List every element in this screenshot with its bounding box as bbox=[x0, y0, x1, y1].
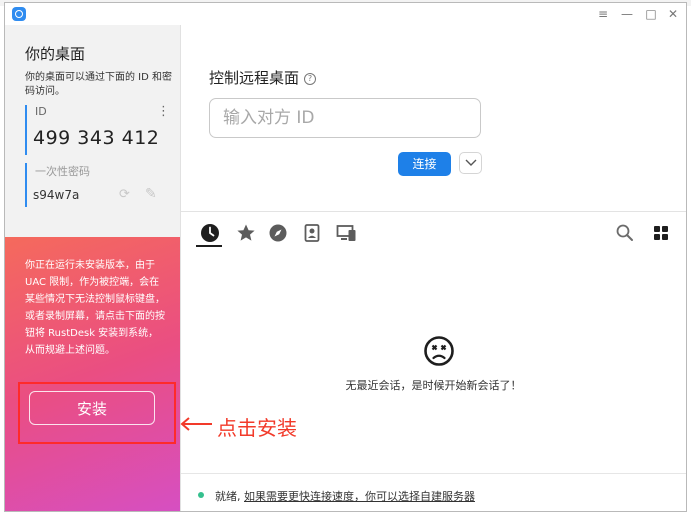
maximize-button[interactable]: □ bbox=[641, 5, 661, 23]
tab-favorites[interactable] bbox=[235, 223, 257, 243]
password-label: 一次性密码 bbox=[35, 165, 90, 178]
status-divider bbox=[181, 473, 686, 474]
annotation-label: 点击安装 bbox=[217, 416, 297, 440]
search-icon bbox=[616, 224, 633, 241]
connect-button[interactable]: 连接 bbox=[398, 152, 451, 176]
id-label: ID bbox=[35, 105, 47, 118]
connect-options-dropdown[interactable] bbox=[459, 152, 482, 174]
title-bar: ≡ — □ ✕ bbox=[5, 3, 686, 25]
tab-address-book[interactable] bbox=[301, 223, 323, 243]
close-button[interactable]: ✕ bbox=[663, 5, 683, 23]
grid-icon bbox=[654, 226, 668, 240]
edit-password-icon[interactable]: ✎ bbox=[145, 186, 157, 202]
tab-recent-sessions[interactable] bbox=[199, 223, 221, 243]
grid-view-button[interactable] bbox=[651, 223, 671, 243]
sad-face-icon bbox=[423, 335, 455, 371]
remote-id-input[interactable] bbox=[209, 98, 481, 138]
password-value[interactable]: s94w7a bbox=[33, 188, 79, 202]
status-ok-icon bbox=[198, 492, 204, 498]
address-book-icon bbox=[304, 224, 320, 242]
help-icon[interactable]: ? bbox=[304, 73, 317, 85]
id-section: ID ⋮ 499 343 412 bbox=[25, 104, 170, 155]
refresh-password-icon[interactable]: ⟳ bbox=[119, 187, 130, 202]
install-highlight-box bbox=[18, 382, 176, 444]
clock-icon bbox=[201, 224, 219, 242]
minimize-button[interactable]: — bbox=[617, 5, 637, 23]
search-button[interactable] bbox=[615, 223, 635, 243]
star-icon bbox=[237, 224, 255, 241]
tab-group[interactable] bbox=[336, 223, 358, 243]
your-desktop-description: 你的桌面可以通过下面的 ID 和密码访问。 bbox=[25, 72, 173, 97]
your-desktop-title: 你的桌面 bbox=[25, 45, 86, 63]
password-section: 一次性密码 s94w7a ⟳ ✎ bbox=[25, 163, 167, 207]
devices-icon bbox=[336, 225, 356, 241]
status-bar: 就绪, 如果需要更快连接速度，你可以选择自建服务器 bbox=[215, 488, 475, 504]
tabs-divider bbox=[181, 211, 686, 212]
more-options-icon[interactable]: ⋮ bbox=[157, 104, 170, 120]
install-warning-text: 你正在运行未安装版本，由于 UAC 限制，作为被控端，会在某些情况下无法控制鼠标… bbox=[25, 260, 165, 356]
tab-discovered[interactable] bbox=[267, 223, 289, 243]
control-title-text: 控制远程桌面 bbox=[209, 69, 300, 87]
chevron-down-icon bbox=[465, 159, 477, 166]
active-tab-indicator bbox=[196, 245, 222, 247]
annotation-arrow-icon bbox=[178, 416, 214, 436]
compass-icon bbox=[269, 224, 287, 242]
empty-sessions-text: 无最近会话，是时候开始新会话了！ bbox=[345, 379, 522, 392]
control-remote-desktop-title: 控制远程桌面? bbox=[209, 67, 317, 88]
menu-button[interactable]: ≡ bbox=[593, 5, 613, 23]
id-value[interactable]: 499 343 412 bbox=[33, 127, 159, 149]
self-hosted-server-link[interactable]: 如果需要更快连接速度，你可以选择自建服务器 bbox=[244, 490, 475, 503]
status-ready-text: 就绪, bbox=[215, 490, 241, 503]
rustdesk-logo-icon bbox=[12, 7, 26, 21]
install-warning-panel: 你正在运行未安装版本，由于 UAC 限制，作为被控端，会在某些情况下无法控制鼠标… bbox=[5, 237, 180, 511]
